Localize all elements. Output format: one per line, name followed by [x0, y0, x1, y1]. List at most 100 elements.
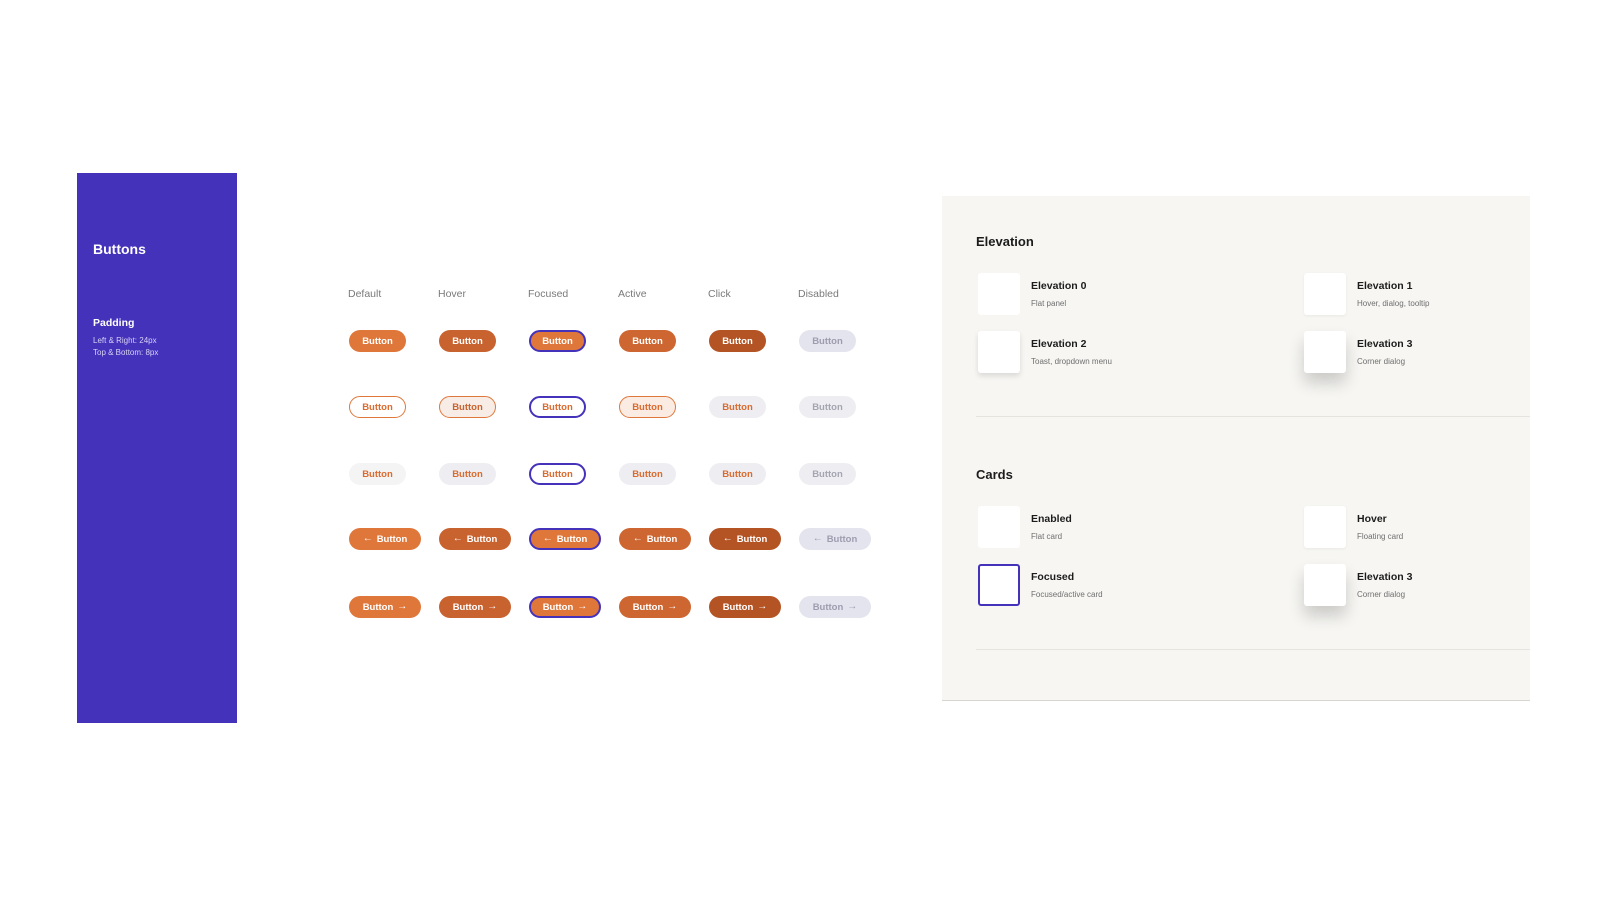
outline-button-focused[interactable]: Button — [529, 396, 586, 418]
elevation-2-swatch — [978, 331, 1020, 373]
ghost-button-default[interactable]: Button — [349, 463, 406, 485]
button-label: Button — [362, 335, 393, 347]
arrow-left-icon: ← — [452, 533, 463, 544]
button-label: Button — [812, 468, 843, 480]
buttons-sidebar: Buttons Padding Left & Right: 24px Top &… — [77, 173, 237, 723]
elevation-3-swatch — [1304, 331, 1346, 373]
card-focused-subtitle: Focused/active card — [1031, 590, 1103, 599]
outline-button-hover[interactable]: Button — [439, 396, 496, 418]
card-elevation-3-swatch[interactable] — [1304, 564, 1346, 606]
card-focused-swatch[interactable] — [978, 564, 1020, 606]
leading-arrow-button-hover[interactable]: ← Button — [439, 528, 511, 550]
ghost-button-click[interactable]: Button — [709, 463, 766, 485]
elevation-0-subtitle: Flat panel — [1031, 299, 1067, 308]
section-divider — [976, 649, 1530, 650]
button-label: Button — [542, 335, 573, 347]
card-hover-swatch[interactable] — [1304, 506, 1346, 548]
ghost-button-disabled[interactable]: Button — [799, 463, 856, 485]
ghost-button-hover[interactable]: Button — [439, 463, 496, 485]
trailing-arrow-button-hover[interactable]: Button → — [439, 596, 511, 618]
trailing-arrow-button-active[interactable]: Button → — [619, 596, 691, 618]
button-label: Button — [556, 533, 588, 545]
column-header-focused: Focused — [528, 288, 569, 300]
arrow-right-icon: → — [487, 601, 498, 612]
leading-arrow-button-focused[interactable]: ← Button — [529, 528, 601, 550]
trailing-arrow-button-focused[interactable]: Button → — [529, 596, 601, 618]
leading-arrow-button-active[interactable]: ← Button — [619, 528, 691, 550]
arrow-left-icon: ← — [812, 533, 823, 544]
leading-arrow-button-click[interactable]: ← Button — [709, 528, 781, 550]
elevation-3-subtitle: Corner dialog — [1357, 357, 1406, 366]
elevation-2-title: Elevation 2 — [1031, 338, 1087, 350]
button-label: Button — [812, 401, 843, 413]
outline-button-disabled[interactable]: Button — [799, 396, 856, 418]
arrow-left-icon: ← — [722, 533, 733, 544]
card-hover-subtitle: Floating card — [1357, 532, 1404, 541]
button-label: Button — [722, 401, 753, 413]
button-label: Button — [362, 401, 393, 413]
column-header-disabled: Disabled — [798, 288, 839, 300]
button-label: Button — [452, 401, 483, 413]
section-divider — [976, 416, 1530, 417]
button-label: Button — [632, 401, 663, 413]
elevation-section-title: Elevation — [976, 234, 1034, 249]
card-enabled-title: Enabled — [1031, 513, 1072, 525]
cards-section-title: Cards — [976, 467, 1013, 482]
card-enabled-subtitle: Flat card — [1031, 532, 1063, 541]
sidebar-title: Buttons — [93, 241, 146, 257]
panel-bottom-border — [942, 700, 1530, 701]
button-label: Button — [362, 601, 394, 613]
outline-button-active[interactable]: Button — [619, 396, 676, 418]
filled-button-focused[interactable]: Button — [529, 330, 586, 352]
padding-left-right: Left & Right: 24px — [93, 336, 157, 345]
ghost-button-focused[interactable]: Button — [529, 463, 586, 485]
button-label: Button — [542, 601, 574, 613]
button-label: Button — [646, 533, 678, 545]
elevation-2-subtitle: Toast, dropdown menu — [1031, 357, 1112, 366]
arrow-right-icon: → — [667, 601, 678, 612]
button-label: Button — [722, 468, 753, 480]
button-label: Button — [452, 335, 483, 347]
arrow-right-icon: → — [847, 601, 858, 612]
button-label: Button — [542, 401, 573, 413]
elevation-1-subtitle: Hover, dialog, tooltip — [1357, 299, 1430, 308]
elevation-cards-panel: Elevation Elevation 0 Flat panel Elevati… — [942, 196, 1530, 701]
filled-button-active[interactable]: Button — [619, 330, 676, 352]
filled-button-disabled[interactable]: Button — [799, 330, 856, 352]
filled-button-click[interactable]: Button — [709, 330, 766, 352]
button-label: Button — [812, 601, 844, 613]
column-header-click: Click — [708, 288, 731, 300]
column-header-active: Active — [618, 288, 647, 300]
card-focused-title: Focused — [1031, 571, 1075, 583]
arrow-right-icon: → — [757, 601, 768, 612]
button-label: Button — [632, 468, 663, 480]
elevation-0-swatch — [978, 273, 1020, 315]
padding-label: Padding — [93, 317, 135, 329]
button-label: Button — [452, 601, 484, 613]
trailing-arrow-button-default[interactable]: Button → — [349, 596, 421, 618]
leading-arrow-button-disabled[interactable]: ← Button — [799, 528, 871, 550]
filled-button-default[interactable]: Button — [349, 330, 406, 352]
ghost-button-active[interactable]: Button — [619, 463, 676, 485]
outline-button-default[interactable]: Button — [349, 396, 406, 418]
leading-arrow-button-default[interactable]: ← Button — [349, 528, 421, 550]
trailing-arrow-button-click[interactable]: Button → — [709, 596, 781, 618]
button-label: Button — [362, 468, 393, 480]
button-label: Button — [632, 335, 663, 347]
button-label: Button — [826, 533, 858, 545]
trailing-arrow-button-disabled[interactable]: Button → — [799, 596, 871, 618]
outline-button-click[interactable]: Button — [709, 396, 766, 418]
arrow-right-icon: → — [577, 601, 588, 612]
elevation-1-title: Elevation 1 — [1357, 280, 1413, 292]
button-label: Button — [722, 601, 754, 613]
elevation-0-title: Elevation 0 — [1031, 280, 1087, 292]
column-header-default: Default — [348, 288, 382, 300]
arrow-right-icon: → — [397, 601, 408, 612]
card-enabled-swatch[interactable] — [978, 506, 1020, 548]
button-label: Button — [736, 533, 768, 545]
button-label: Button — [376, 533, 408, 545]
arrow-left-icon: ← — [542, 533, 553, 544]
filled-button-hover[interactable]: Button — [439, 330, 496, 352]
arrow-left-icon: ← — [362, 533, 373, 544]
card-hover-title: Hover — [1357, 513, 1387, 525]
